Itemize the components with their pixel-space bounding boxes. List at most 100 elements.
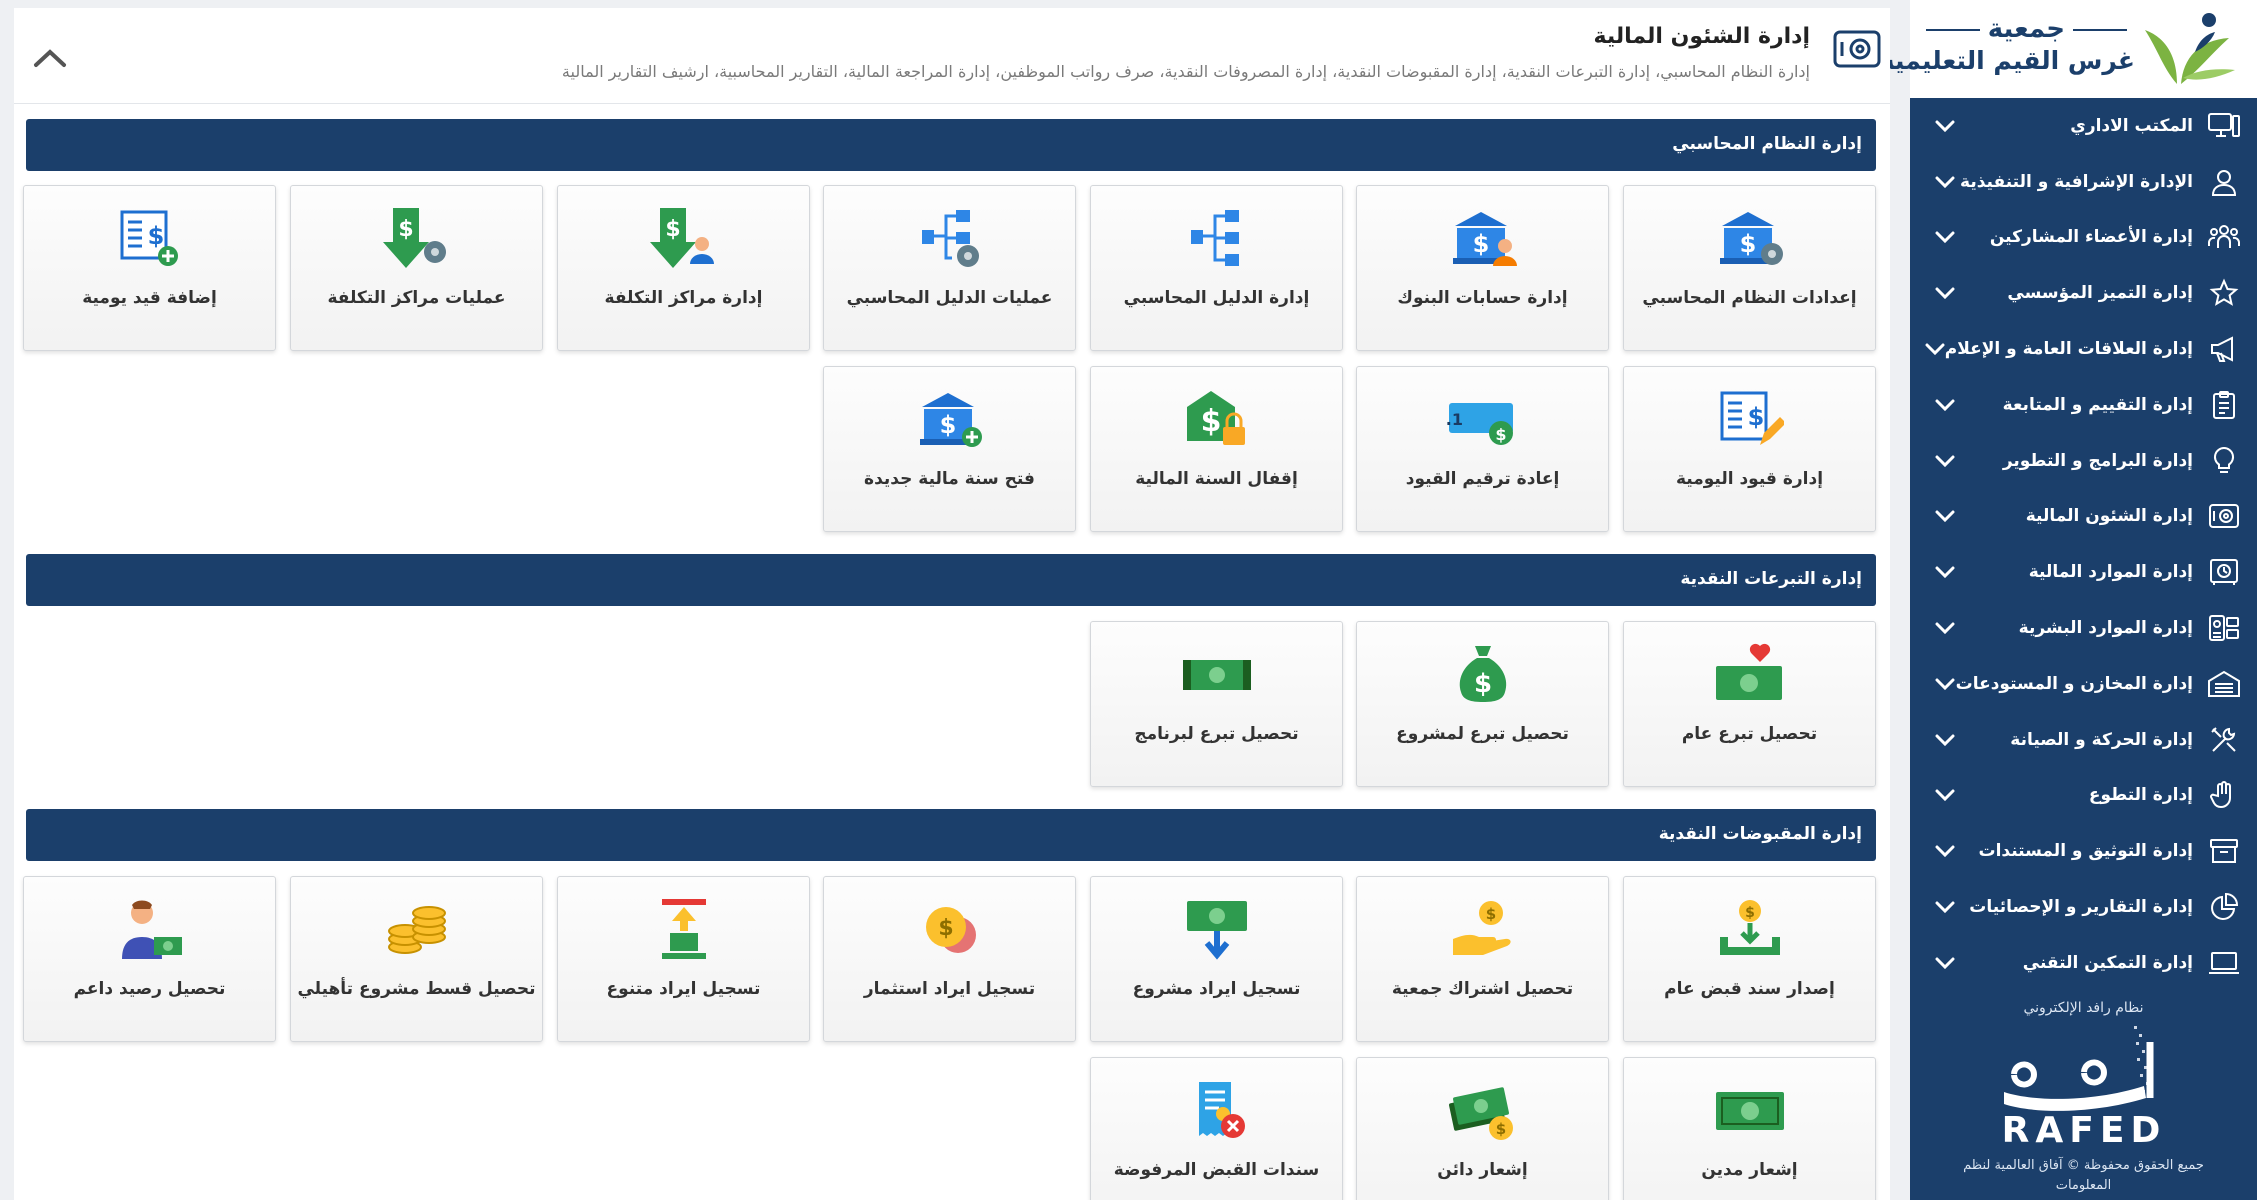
sidebar-item-label: إدارة التطوع (2088, 785, 2193, 806)
safe-icon (2207, 499, 2241, 533)
chevron-down-icon[interactable] (1934, 115, 1956, 137)
sidebar-item-maintenance[interactable]: إدارة الحركة و الصيانة (1910, 712, 2257, 768)
svg-text:$: $ (1200, 404, 1221, 439)
card-investment-revenue[interactable]: $ تسجيل ايراد استثمار (823, 876, 1076, 1042)
sidebar-item-supervisory[interactable]: الإدارة الإشرافية و التنفيذية (1910, 154, 2257, 210)
chevron-down-icon[interactable] (1934, 840, 1956, 862)
svg-text:$: $ (1473, 669, 1491, 699)
section-donations-header[interactable]: إدارة التبرعات النقدية (26, 554, 1876, 606)
bank-add-icon: $ (824, 381, 1075, 457)
card-membership-fee[interactable]: $ تحصيل اشتراك جمعية (1356, 876, 1609, 1042)
card-rehab-installment[interactable]: تحصيل قسط مشروع تأهيلي (290, 876, 543, 1042)
dollar-lock-icon: $ (1091, 381, 1342, 457)
card-renumber-entries[interactable]: 1.. $ إعادة ترقيم القيود (1356, 366, 1609, 532)
card-add-journal-entry[interactable]: $ إضافة قيد يومية (23, 185, 276, 351)
card-label: إشعار مدين (1701, 1160, 1798, 1180)
brand-bottom: غرس القيم التعليمية (1879, 46, 2135, 75)
collapse-button[interactable] (30, 38, 70, 78)
card-supporter-balance[interactable]: تحصيل رصيد داعم (23, 876, 276, 1042)
chevron-down-icon[interactable] (1934, 673, 1956, 695)
card-label: عمليات الدليل المحاسبي (846, 288, 1053, 308)
svg-text:$: $ (1495, 425, 1506, 444)
chevron-down-icon[interactable] (1934, 561, 1956, 583)
card-project-donation[interactable]: $ تحصيل تبرع لمشروع (1356, 621, 1609, 787)
sidebar-item-label: إدارة التقارير و الإحصائيات (1969, 897, 2193, 918)
lightbulb-icon (2207, 444, 2241, 478)
sidebar-item-label: إدارة التمكين التقني (2022, 952, 2193, 973)
sidebar-item-warehouses[interactable]: إدارة المخازن و المستودعات (1910, 656, 2257, 712)
card-open-fiscal-year[interactable]: $ فتح سنة مالية جديدة (823, 366, 1076, 532)
card-issue-receipt[interactable]: $ إصدار سند قبض عام (1623, 876, 1876, 1042)
section-title: إدارة التبرعات النقدية (1680, 569, 1862, 589)
card-chart-of-accounts[interactable]: إدارة الدليل المحاسبي (1090, 185, 1343, 351)
sidebar-item-public-relations[interactable]: إدارة العلاقات العامة و الإعلام (1910, 321, 2257, 377)
sidebar-item-financial-resources[interactable]: إدارة الموارد المالية (1910, 544, 2257, 600)
chevron-down-icon[interactable] (1934, 952, 1956, 974)
card-label: تسجيل ايراد مشروع (1132, 979, 1301, 999)
card-cost-center-ops[interactable]: $ عمليات مراكز التكلفة (290, 185, 543, 351)
sidebar-item-label: إدارة الحركة و الصيانة (2010, 729, 2193, 750)
card-chart-of-accounts-ops[interactable]: عمليات الدليل المحاسبي (823, 185, 1076, 351)
sidebar-item-admin-office[interactable]: المكتب الاداري (1910, 98, 2257, 154)
chevron-down-icon[interactable] (1934, 282, 1956, 304)
group-icon (2207, 220, 2241, 254)
chevron-down-icon[interactable] (1934, 729, 1956, 751)
card-label: تسجيل ايراد استثمار (863, 979, 1036, 999)
sidebar-item-label: إدارة المخازن و المستودعات (1955, 673, 2193, 694)
sidebar-item-evaluation[interactable]: إدارة التقييم و المتابعة (1910, 377, 2257, 433)
sidebar-item-label: الإدارة الإشرافية و التنفيذية (1960, 171, 2193, 192)
system-label: نظام رافد الإلكتروني (2023, 1000, 2144, 1016)
cash-icon (1091, 636, 1342, 712)
card-accounting-settings[interactable]: $ إعدادات النظام المحاسبي (1623, 185, 1876, 351)
sidebar-item-documentation[interactable]: إدارة التوثيق و المستندات (1910, 823, 2257, 879)
chevron-down-icon[interactable] (1934, 896, 1956, 918)
section-accounting-header[interactable]: إدارة النظام المحاسبي (26, 119, 1876, 171)
sidebar-item-members[interactable]: إدارة الأعضاء المشاركين (1910, 210, 2257, 266)
card-misc-revenue[interactable]: تسجيل ايراد متنوع (557, 876, 810, 1042)
chevron-down-icon[interactable] (1934, 617, 1956, 639)
card-label: إدارة مراكز التكلفة (604, 288, 763, 308)
megaphone-icon (2207, 332, 2241, 366)
laptop-icon (2207, 946, 2241, 980)
tools-icon (2207, 723, 2241, 757)
card-rejected-receipts[interactable]: سندات القبض المرفوضة (1090, 1057, 1343, 1200)
card-label: إشعار دائن (1437, 1160, 1528, 1180)
card-close-fiscal-year[interactable]: $ إقفال السنة المالية (1090, 366, 1343, 532)
money-bag-icon: $ (1357, 636, 1608, 712)
sidebar: جمعية غرس القيم التعليمية المكتب الاداري… (1880, 0, 2257, 1200)
card-bank-accounts[interactable]: $ إدارة حسابات البنوك (1356, 185, 1609, 351)
chevron-down-icon[interactable] (1934, 226, 1956, 248)
chevron-down-icon[interactable] (1925, 338, 1945, 360)
sidebar-item-tech-enablement[interactable]: إدارة التمكين التقني (1910, 935, 2257, 991)
sidebar-item-excellence[interactable]: إدارة التميز المؤسسي (1910, 265, 2257, 321)
card-label: تحصيل رصيد داعم (73, 979, 226, 999)
card-credit-note[interactable]: $ إشعار دائن (1356, 1057, 1609, 1200)
card-program-donation[interactable]: تحصيل تبرع لبرنامج (1090, 621, 1343, 787)
sidebar-item-human-resources[interactable]: إدارة الموارد البشرية (1910, 600, 2257, 656)
card-general-donation[interactable]: تحصيل تبرع عام (1623, 621, 1876, 787)
section-receipts-header[interactable]: إدارة المقبوضات النقدية (26, 809, 1876, 861)
card-label: إدارة حسابات البنوك (1397, 288, 1568, 308)
sidebar-item-volunteering[interactable]: إدارة التطوع (1910, 768, 2257, 824)
card-cost-centers[interactable]: $ إدارة مراكز التكلفة (557, 185, 810, 351)
sidebar-nav: المكتب الاداري الإدارة الإشرافية و التنف… (1910, 98, 2257, 991)
chevron-down-icon[interactable] (1934, 394, 1956, 416)
chevron-down-icon[interactable] (1934, 505, 1956, 527)
brand-logo[interactable]: جمعية غرس القيم التعليمية (1880, 0, 2257, 98)
rafed-logo: RAFED (2001, 1026, 2166, 1151)
hand-coin-icon: $ (1357, 891, 1608, 967)
card-manage-journal-entries[interactable]: $ إدارة قيود اليومية (1623, 366, 1876, 532)
card-project-revenue[interactable]: تسجيل ايراد مشروع (1090, 876, 1343, 1042)
rafed-logo-text: RAFED (2001, 1110, 2166, 1151)
card-label: فتح سنة مالية جديدة (864, 469, 1035, 489)
svg-text:$: $ (938, 916, 953, 941)
chevron-down-icon[interactable] (1934, 171, 1956, 193)
card-debit-note[interactable]: إشعار مدين (1623, 1057, 1876, 1200)
chevron-down-icon[interactable] (1934, 784, 1956, 806)
chevron-down-icon[interactable] (1934, 450, 1956, 472)
sidebar-item-reports[interactable]: إدارة التقارير و الإحصائيات (1910, 879, 2257, 935)
sidebar-item-financial-affairs[interactable]: إدارة الشئون المالية (1910, 489, 2257, 545)
card-label: تحصيل تبرع لبرنامج (1134, 724, 1299, 744)
page-title: إدارة الشئون المالية (1593, 24, 1810, 49)
sidebar-item-programs[interactable]: إدارة البرامج و التطوير (1910, 433, 2257, 489)
